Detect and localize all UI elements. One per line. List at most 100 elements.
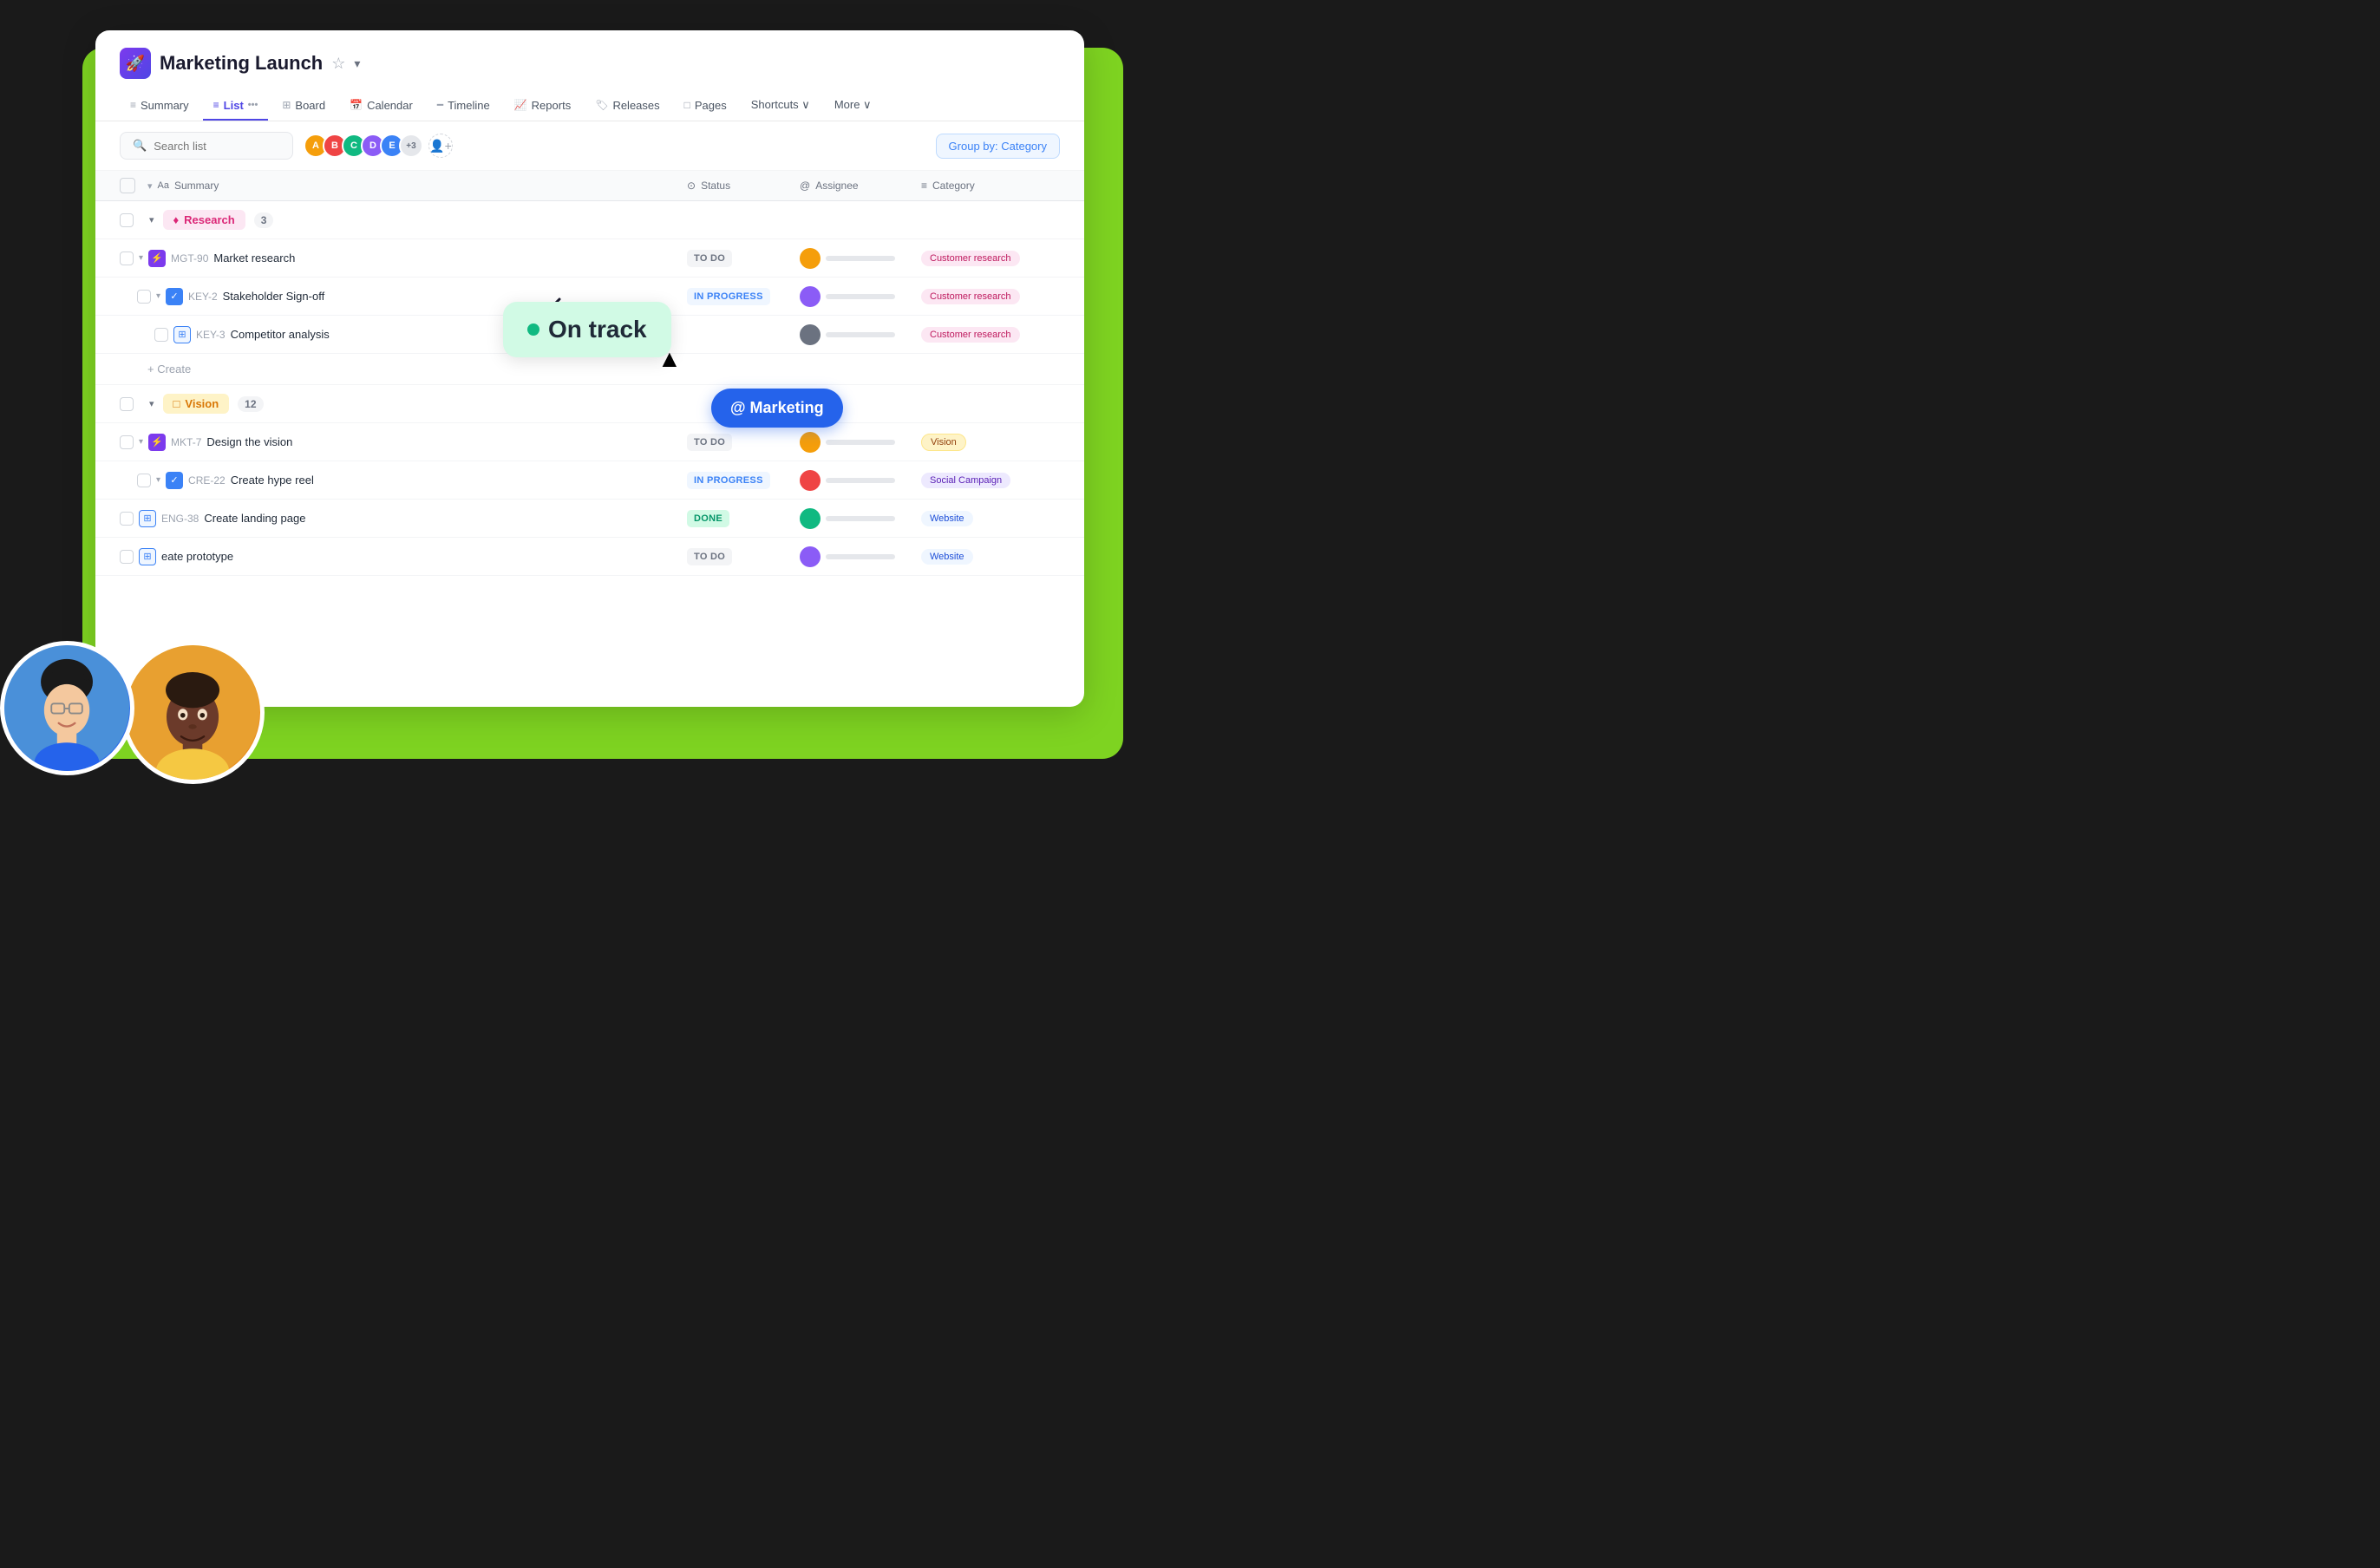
- task-id-mkt7: MKT-7: [171, 436, 201, 448]
- on-track-dot: [527, 323, 539, 336]
- task-expand-mgt90[interactable]: ▾: [139, 253, 143, 263]
- category-badge-key3[interactable]: Customer research: [921, 327, 1020, 343]
- task-id-eng38: ENG-38: [161, 513, 199, 525]
- tab-shortcuts[interactable]: Shortcuts ∨: [741, 91, 821, 121]
- task-name-proto[interactable]: eate prototype: [161, 550, 233, 563]
- tab-board[interactable]: ⊞ Board: [271, 92, 336, 121]
- task-name-mkt7[interactable]: Design the vision: [206, 435, 292, 448]
- table-row: ▾ ⚡ MGT-90 Market research TO DO Custome…: [95, 239, 1084, 278]
- on-track-text: On track: [548, 316, 647, 343]
- task-icon-key3: ⊞: [173, 326, 191, 343]
- category-badge-cre22[interactable]: Social Campaign: [921, 473, 1010, 488]
- tab-releases[interactable]: 🏷 Releases: [585, 92, 670, 121]
- task-id-key2: KEY-2: [188, 291, 218, 303]
- tab-pages[interactable]: □ Pages: [674, 92, 737, 121]
- tab-calendar[interactable]: 📅 Calendar: [339, 92, 423, 121]
- create-row-research[interactable]: + Create: [95, 354, 1084, 385]
- task-name-mgt90[interactable]: Market research: [213, 252, 295, 265]
- group-badge-research: ♦ Research: [163, 210, 245, 230]
- task-icon-mkt7: ⚡: [148, 434, 166, 451]
- header-status: ⊙ Status: [687, 180, 800, 192]
- timeline-icon: ━: [437, 99, 443, 111]
- status-badge-eng38[interactable]: DONE: [687, 510, 729, 527]
- task-checkbox-mkt7[interactable]: [120, 435, 134, 449]
- tab-reports[interactable]: 📈 Reports: [504, 92, 581, 121]
- task-name-key3[interactable]: Competitor analysis: [231, 328, 330, 341]
- task-name-eng38[interactable]: Create landing page: [204, 512, 305, 525]
- task-status-eng38: DONE: [687, 510, 800, 527]
- search-input[interactable]: [154, 140, 280, 153]
- summary-icon: ≡: [130, 99, 136, 111]
- task-status-mkt7: TO DO: [687, 434, 800, 451]
- person-avatar-1: [0, 641, 134, 775]
- task-category-key3: Customer research: [921, 326, 1060, 343]
- category-badge-proto[interactable]: Website: [921, 549, 973, 565]
- assignee-bar-key2: [826, 294, 895, 299]
- assignee-avatar-key3: [800, 324, 821, 345]
- pages-icon: □: [684, 99, 690, 111]
- task-expand-key2[interactable]: ▾: [156, 291, 160, 301]
- task-checkbox-eng38[interactable]: [120, 512, 134, 526]
- task-status-cre22: IN PROGRESS: [687, 472, 800, 489]
- header-category: ≡ Category: [921, 180, 1060, 192]
- person-avatar-1-svg: [4, 641, 130, 775]
- assignee-avatar-mkt7: [800, 432, 821, 453]
- task-status-key2: IN PROGRESS: [687, 288, 800, 305]
- avatar-group: A B C D E +3 👤+: [304, 134, 453, 158]
- search-box[interactable]: 🔍: [120, 132, 293, 160]
- status-badge-key2[interactable]: IN PROGRESS: [687, 288, 770, 305]
- category-header-icon: ≡: [921, 180, 927, 192]
- list-dots-icon: •••: [248, 100, 258, 110]
- assignee-avatar-eng38: [800, 508, 821, 529]
- group-checkbox-research[interactable]: [120, 213, 134, 227]
- task-checkbox-proto[interactable]: [120, 550, 134, 564]
- task-expand-mkt7[interactable]: ▾: [139, 437, 143, 447]
- add-user-button[interactable]: 👤+: [428, 134, 453, 158]
- table-row: ⊞ eate prototype TO DO Website: [95, 538, 1084, 576]
- group-chevron-research[interactable]: ▾: [149, 214, 154, 225]
- assignee-avatar-mgt90: [800, 248, 821, 269]
- task-category-key2: Customer research: [921, 288, 1060, 304]
- task-assignee-cre22: [800, 470, 921, 491]
- status-badge-mgt90[interactable]: TO DO: [687, 250, 732, 267]
- task-checkbox-key3[interactable]: [154, 328, 168, 342]
- task-expand-cre22[interactable]: ▾: [156, 475, 160, 485]
- title-row: 🚀 Marketing Launch ☆ ▾: [120, 48, 1060, 79]
- task-summary-eng38: ⊞ ENG-38 Create landing page: [120, 503, 687, 534]
- task-category-mkt7: Vision: [921, 434, 1060, 451]
- category-badge-mgt90[interactable]: Customer research: [921, 251, 1020, 266]
- task-name-key2[interactable]: Stakeholder Sign-off: [223, 290, 325, 303]
- tab-timeline[interactable]: ━ Timeline: [427, 92, 500, 121]
- people-avatars: [0, 641, 265, 784]
- tab-list[interactable]: ≡ List •••: [203, 92, 269, 121]
- category-badge-key2[interactable]: Customer research: [921, 289, 1020, 304]
- title-chevron-icon[interactable]: ▾: [354, 56, 360, 71]
- assignee-avatar-cre22: [800, 470, 821, 491]
- header-checkbox[interactable]: [120, 178, 135, 193]
- task-assignee-key3: [800, 324, 921, 345]
- category-badge-mkt7[interactable]: Vision: [921, 434, 966, 451]
- cursor-icon: ▲: [657, 345, 682, 373]
- board-icon: ⊞: [282, 99, 291, 111]
- tab-summary[interactable]: ≡ Summary: [120, 92, 199, 121]
- status-badge-mkt7[interactable]: TO DO: [687, 434, 732, 451]
- status-badge-cre22[interactable]: IN PROGRESS: [687, 472, 770, 489]
- star-icon[interactable]: ☆: [331, 55, 345, 73]
- task-checkbox-cre22[interactable]: [137, 474, 151, 487]
- list-icon: ≡: [213, 99, 219, 111]
- task-assignee-key2: [800, 286, 921, 307]
- tab-more[interactable]: More ∨: [824, 91, 882, 121]
- vision-count: 12: [238, 396, 263, 412]
- group-checkbox-vision[interactable]: [120, 397, 134, 411]
- task-name-cre22[interactable]: Create hype reel: [231, 474, 314, 487]
- expand-icon: ▾: [147, 180, 153, 192]
- calendar-icon: 📅: [350, 99, 363, 111]
- category-badge-eng38[interactable]: Website: [921, 511, 973, 526]
- task-checkbox-key2[interactable]: [137, 290, 151, 304]
- status-badge-proto[interactable]: TO DO: [687, 548, 732, 565]
- group-vision: ▾ □ Vision 12: [95, 385, 1084, 423]
- group-chevron-vision[interactable]: ▾: [149, 398, 154, 409]
- research-badge-icon: ♦: [173, 213, 180, 226]
- task-checkbox-mgt90[interactable]: [120, 252, 134, 265]
- group-by-button[interactable]: Group by: Category: [936, 134, 1060, 159]
